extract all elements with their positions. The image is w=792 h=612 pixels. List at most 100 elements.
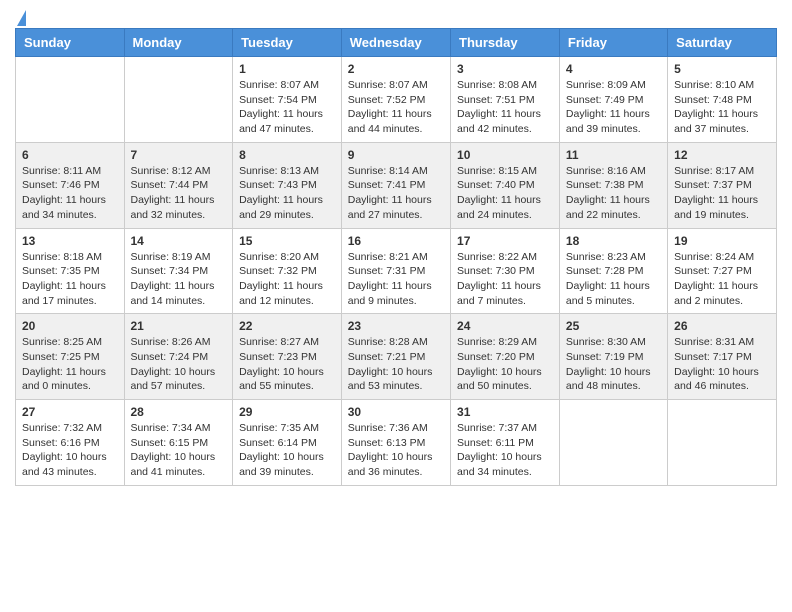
calendar-cell: 9 Sunrise: 8:14 AM Sunset: 7:41 PM Daylig…: [341, 142, 450, 228]
cell-content: Sunrise: 8:30 AM Sunset: 7:19 PM Dayligh…: [566, 335, 661, 394]
calendar-cell: 15 Sunrise: 8:20 AM Sunset: 7:32 PM Dayli…: [233, 228, 342, 314]
calendar-header-row: SundayMondayTuesdayWednesdayThursdayFrid…: [16, 29, 777, 57]
calendar-cell: 21 Sunrise: 8:26 AM Sunset: 7:24 PM Dayli…: [124, 314, 233, 400]
day-number: 27: [22, 405, 118, 419]
calendar-cell: [668, 400, 777, 486]
cell-content: Sunrise: 8:09 AM Sunset: 7:49 PM Dayligh…: [566, 78, 661, 137]
day-number: 8: [239, 148, 335, 162]
day-header-thursday: Thursday: [451, 29, 560, 57]
logo: [15, 10, 26, 22]
calendar-cell: [559, 400, 667, 486]
calendar-cell: 28 Sunrise: 7:34 AM Sunset: 6:15 PM Dayli…: [124, 400, 233, 486]
calendar-cell: 23 Sunrise: 8:28 AM Sunset: 7:21 PM Dayli…: [341, 314, 450, 400]
cell-content: Sunrise: 8:31 AM Sunset: 7:17 PM Dayligh…: [674, 335, 770, 394]
cell-content: Sunrise: 8:22 AM Sunset: 7:30 PM Dayligh…: [457, 250, 553, 309]
cell-content: Sunrise: 8:15 AM Sunset: 7:40 PM Dayligh…: [457, 164, 553, 223]
cell-content: Sunrise: 8:24 AM Sunset: 7:27 PM Dayligh…: [674, 250, 770, 309]
cell-content: Sunrise: 8:18 AM Sunset: 7:35 PM Dayligh…: [22, 250, 118, 309]
day-number: 30: [348, 405, 444, 419]
day-number: 14: [131, 234, 227, 248]
day-number: 31: [457, 405, 553, 419]
cell-content: Sunrise: 8:14 AM Sunset: 7:41 PM Dayligh…: [348, 164, 444, 223]
calendar-cell: 17 Sunrise: 8:22 AM Sunset: 7:30 PM Dayli…: [451, 228, 560, 314]
cell-content: Sunrise: 8:19 AM Sunset: 7:34 PM Dayligh…: [131, 250, 227, 309]
day-number: 12: [674, 148, 770, 162]
day-number: 7: [131, 148, 227, 162]
page-header: [15, 10, 777, 22]
day-number: 26: [674, 319, 770, 333]
day-header-friday: Friday: [559, 29, 667, 57]
cell-content: Sunrise: 8:07 AM Sunset: 7:52 PM Dayligh…: [348, 78, 444, 137]
day-number: 3: [457, 62, 553, 76]
calendar-cell: 18 Sunrise: 8:23 AM Sunset: 7:28 PM Dayli…: [559, 228, 667, 314]
calendar-cell: [16, 57, 125, 143]
calendar-cell: 11Sunrise: 8:16 AM Sunset: 7:38 PM Dayli…: [559, 142, 667, 228]
day-number: 2: [348, 62, 444, 76]
day-number: 25: [566, 319, 661, 333]
day-number: 15: [239, 234, 335, 248]
calendar-cell: 4 Sunrise: 8:09 AM Sunset: 7:49 PM Daylig…: [559, 57, 667, 143]
calendar-cell: 14 Sunrise: 8:19 AM Sunset: 7:34 PM Dayli…: [124, 228, 233, 314]
day-number: 5: [674, 62, 770, 76]
day-number: 16: [348, 234, 444, 248]
day-number: 13: [22, 234, 118, 248]
day-number: 19: [674, 234, 770, 248]
day-number: 4: [566, 62, 661, 76]
calendar-cell: 1 Sunrise: 8:07 AM Sunset: 7:54 PM Daylig…: [233, 57, 342, 143]
day-number: 21: [131, 319, 227, 333]
cell-content: Sunrise: 8:27 AM Sunset: 7:23 PM Dayligh…: [239, 335, 335, 394]
day-header-sunday: Sunday: [16, 29, 125, 57]
day-number: 9: [348, 148, 444, 162]
day-number: 1: [239, 62, 335, 76]
day-number: 22: [239, 319, 335, 333]
day-number: 17: [457, 234, 553, 248]
day-number: 28: [131, 405, 227, 419]
calendar-week-row: 1 Sunrise: 8:07 AM Sunset: 7:54 PM Daylig…: [16, 57, 777, 143]
calendar-cell: 3 Sunrise: 8:08 AM Sunset: 7:51 PM Daylig…: [451, 57, 560, 143]
day-header-saturday: Saturday: [668, 29, 777, 57]
cell-content: Sunrise: 8:08 AM Sunset: 7:51 PM Dayligh…: [457, 78, 553, 137]
calendar-cell: 2 Sunrise: 8:07 AM Sunset: 7:52 PM Daylig…: [341, 57, 450, 143]
cell-content: Sunrise: 8:20 AM Sunset: 7:32 PM Dayligh…: [239, 250, 335, 309]
day-header-wednesday: Wednesday: [341, 29, 450, 57]
cell-content: Sunrise: 8:11 AM Sunset: 7:46 PM Dayligh…: [22, 164, 118, 223]
calendar-cell: 22 Sunrise: 8:27 AM Sunset: 7:23 PM Dayli…: [233, 314, 342, 400]
calendar-cell: 30Sunrise: 7:36 AM Sunset: 6:13 PM Dayli…: [341, 400, 450, 486]
day-header-tuesday: Tuesday: [233, 29, 342, 57]
day-number: 24: [457, 319, 553, 333]
day-number: 10: [457, 148, 553, 162]
cell-content: Sunrise: 8:07 AM Sunset: 7:54 PM Dayligh…: [239, 78, 335, 137]
calendar-cell: 10 Sunrise: 8:15 AM Sunset: 7:40 PM Dayli…: [451, 142, 560, 228]
calendar-cell: 20Sunrise: 8:25 AM Sunset: 7:25 PM Dayli…: [16, 314, 125, 400]
calendar-cell: 25 Sunrise: 8:30 AM Sunset: 7:19 PM Dayli…: [559, 314, 667, 400]
calendar-week-row: 27Sunrise: 7:32 AM Sunset: 6:16 PM Dayli…: [16, 400, 777, 486]
calendar-cell: 7 Sunrise: 8:12 AM Sunset: 7:44 PM Daylig…: [124, 142, 233, 228]
calendar-cell: [124, 57, 233, 143]
day-number: 18: [566, 234, 661, 248]
calendar-cell: 13 Sunrise: 8:18 AM Sunset: 7:35 PM Dayli…: [16, 228, 125, 314]
cell-content: Sunrise: 8:29 AM Sunset: 7:20 PM Dayligh…: [457, 335, 553, 394]
logo-triangle-icon: [17, 10, 26, 26]
calendar-cell: 26 Sunrise: 8:31 AM Sunset: 7:17 PM Dayli…: [668, 314, 777, 400]
cell-content: Sunrise: 8:13 AM Sunset: 7:43 PM Dayligh…: [239, 164, 335, 223]
cell-content: Sunrise: 8:23 AM Sunset: 7:28 PM Dayligh…: [566, 250, 661, 309]
cell-content: Sunrise: 8:25 AM Sunset: 7:25 PM Dayligh…: [22, 335, 118, 394]
calendar-cell: 29Sunrise: 7:35 AM Sunset: 6:14 PM Dayli…: [233, 400, 342, 486]
cell-content: Sunrise: 8:21 AM Sunset: 7:31 PM Dayligh…: [348, 250, 444, 309]
cell-content: Sunrise: 7:35 AM Sunset: 6:14 PM Dayligh…: [239, 421, 335, 480]
calendar-cell: 8 Sunrise: 8:13 AM Sunset: 7:43 PM Daylig…: [233, 142, 342, 228]
cell-content: Sunrise: 8:26 AM Sunset: 7:24 PM Dayligh…: [131, 335, 227, 394]
day-header-monday: Monday: [124, 29, 233, 57]
calendar-cell: 19 Sunrise: 8:24 AM Sunset: 7:27 PM Dayli…: [668, 228, 777, 314]
cell-content: Sunrise: 7:34 AM Sunset: 6:15 PM Dayligh…: [131, 421, 227, 480]
calendar-week-row: 13 Sunrise: 8:18 AM Sunset: 7:35 PM Dayli…: [16, 228, 777, 314]
calendar-cell: 31Sunrise: 7:37 AM Sunset: 6:11 PM Dayli…: [451, 400, 560, 486]
cell-content: Sunrise: 8:12 AM Sunset: 7:44 PM Dayligh…: [131, 164, 227, 223]
day-number: 6: [22, 148, 118, 162]
calendar-week-row: 20Sunrise: 8:25 AM Sunset: 7:25 PM Dayli…: [16, 314, 777, 400]
day-number: 23: [348, 319, 444, 333]
cell-content: Sunrise: 8:28 AM Sunset: 7:21 PM Dayligh…: [348, 335, 444, 394]
cell-content: Sunrise: 8:16 AM Sunset: 7:38 PM Dayligh…: [566, 164, 661, 223]
calendar-cell: 27Sunrise: 7:32 AM Sunset: 6:16 PM Dayli…: [16, 400, 125, 486]
calendar-table: SundayMondayTuesdayWednesdayThursdayFrid…: [15, 28, 777, 486]
